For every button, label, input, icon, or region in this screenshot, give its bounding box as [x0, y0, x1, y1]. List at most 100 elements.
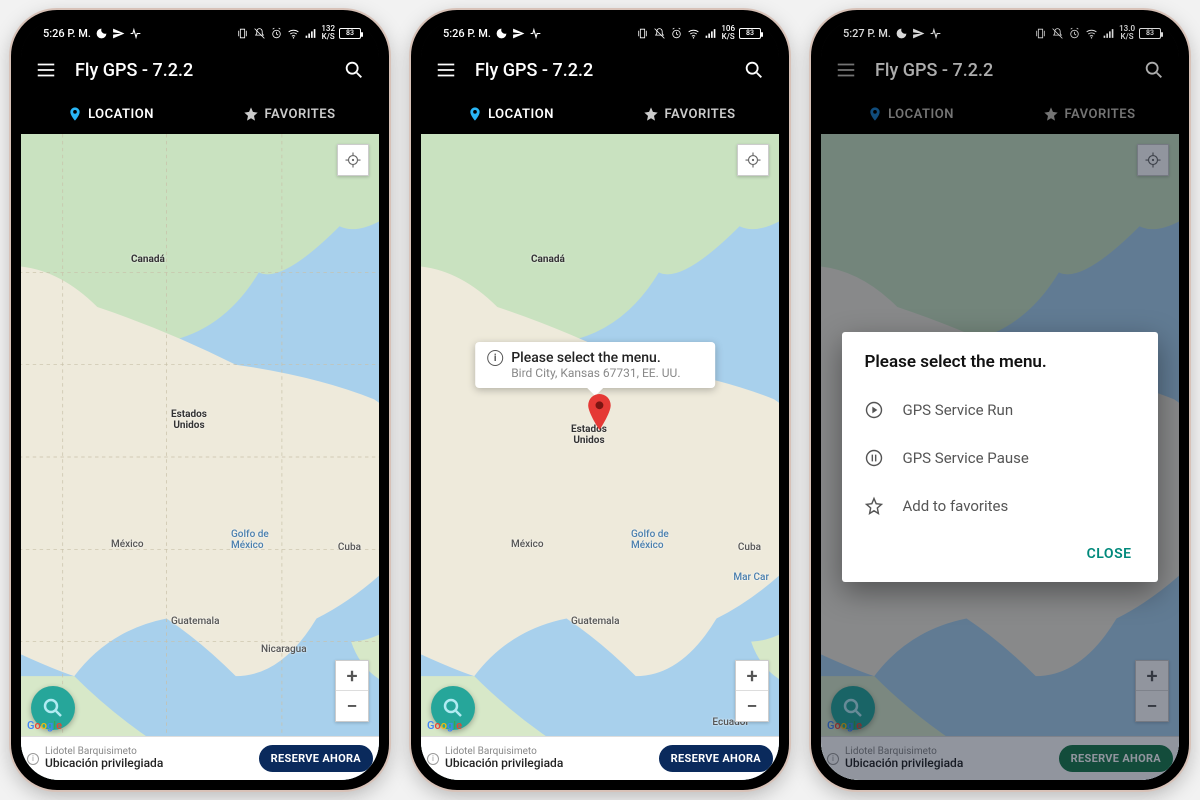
- ad-banner[interactable]: i ✕ Lidotel BarquisimetoUbicación privil…: [421, 736, 779, 780]
- status-time: 5:26 P. M.: [43, 27, 91, 40]
- tab-location[interactable]: LOCATION: [821, 94, 1000, 134]
- tab-location[interactable]: LOCATION: [21, 94, 200, 134]
- app-bar: Fly GPS - 7.2.2: [821, 46, 1179, 94]
- tab-bar: LOCATION FAVORITES: [821, 94, 1179, 134]
- status-time: 5:26 P. M.: [443, 27, 491, 40]
- menu-button[interactable]: [831, 55, 861, 85]
- send-icon: [112, 27, 125, 40]
- search-button[interactable]: [1139, 55, 1169, 85]
- google-logo: Google: [27, 719, 62, 732]
- star-icon: [243, 106, 259, 122]
- tab-favorites[interactable]: FAVORITES: [600, 94, 779, 134]
- pulse-icon: [529, 27, 542, 40]
- modal-overlay[interactable]: Please select the menu. GPS Service Run …: [821, 134, 1179, 780]
- ad-cta-button[interactable]: RESERVE AHORA: [659, 745, 773, 772]
- tab-favorites[interactable]: FAVORITES: [1000, 94, 1179, 134]
- map-label: Golfo de México: [231, 529, 269, 551]
- moon-icon: [495, 27, 508, 40]
- camera-notch: [193, 16, 207, 30]
- app-title: Fly GPS - 7.2.2: [475, 60, 725, 81]
- hamburger-icon: [435, 59, 457, 81]
- star-icon: [643, 106, 659, 122]
- zoom-out-button[interactable]: −: [336, 691, 368, 721]
- ad-info-icon[interactable]: i: [27, 753, 39, 765]
- ad-subtitle: Ubicación privilegiada: [45, 757, 253, 770]
- phone-frame-2: 5:26 P. M. 106K/S 83 Fly GPS - 7.2.2 LOC…: [411, 10, 789, 790]
- app-title: Fly GPS - 7.2.2: [875, 60, 1125, 81]
- signal-icon: [1102, 27, 1115, 40]
- ad-cta-button[interactable]: RESERVE AHORA: [259, 745, 373, 772]
- search-button[interactable]: [339, 55, 369, 85]
- ad-close-icon[interactable]: ✕: [23, 767, 31, 778]
- zoom-in-button[interactable]: +: [736, 661, 768, 691]
- pause-circle-icon: [864, 448, 884, 468]
- option-label: GPS Service Run: [902, 401, 1013, 419]
- map-label: Canadá: [131, 254, 165, 265]
- ad-text: Lidotel Barquisimeto Ubicación privilegi…: [45, 746, 253, 770]
- camera-notch: [993, 16, 1007, 30]
- tooltip-title: Please select the menu.: [511, 350, 661, 366]
- search-icon: [441, 696, 465, 720]
- map-label: Mar Car: [733, 572, 769, 583]
- my-location-button[interactable]: [337, 144, 369, 176]
- map-label: Canadá: [531, 254, 565, 265]
- ad-banner[interactable]: i ✕ Lidotel Barquisimeto Ubicación privi…: [21, 736, 379, 780]
- tab-location[interactable]: LOCATION: [421, 94, 600, 134]
- app-bar: Fly GPS - 7.2.2: [421, 46, 779, 94]
- pulse-icon: [129, 27, 142, 40]
- option-add-favorite[interactable]: Add to favorites: [842, 482, 1157, 530]
- net-speed: 106K/S: [721, 25, 735, 41]
- phone-frame-1: 5:26 P. M. 132K/S 83 Fly GPS - 7.2.2: [11, 10, 389, 790]
- zoom-out-button[interactable]: −: [736, 691, 768, 721]
- tab-label: FAVORITES: [264, 107, 335, 122]
- map-label: Cuba: [338, 542, 361, 553]
- ad-subtitle: Ubicación privilegiada: [445, 757, 653, 770]
- option-gps-run[interactable]: GPS Service Run: [842, 386, 1157, 434]
- app-title: Fly GPS - 7.2.2: [75, 60, 325, 81]
- map-pin[interactable]: [585, 394, 613, 434]
- moon-icon: [895, 27, 908, 40]
- map-view[interactable]: Canadá Estados Unidos México Golfo de Mé…: [421, 134, 779, 780]
- send-icon: [912, 27, 925, 40]
- pulse-icon: [929, 27, 942, 40]
- map-land: [21, 134, 379, 780]
- info-icon: i: [487, 350, 503, 366]
- vibrate-icon: [236, 27, 249, 40]
- tab-favorites[interactable]: FAVORITES: [200, 94, 379, 134]
- ad-info-icon[interactable]: i: [427, 753, 439, 765]
- net-speed: 13.0K/S: [1119, 25, 1135, 41]
- menu-button[interactable]: [31, 55, 61, 85]
- my-location-button[interactable]: [737, 144, 769, 176]
- map-view[interactable]: Canadá Estados Unidos México Golfo de Mé…: [21, 134, 379, 780]
- wifi-icon: [1085, 27, 1098, 40]
- signal-icon: [704, 27, 717, 40]
- location-pin-icon: [867, 106, 883, 122]
- play-circle-icon: [864, 400, 884, 420]
- search-icon: [743, 59, 765, 81]
- send-icon: [512, 27, 525, 40]
- screen-1: 5:26 P. M. 132K/S 83 Fly GPS - 7.2.2: [21, 20, 379, 780]
- battery-icon: 83: [1139, 28, 1161, 39]
- location-tooltip[interactable]: iPlease select the menu. Bird City, Kans…: [475, 342, 715, 388]
- map-land: [421, 134, 779, 780]
- menu-button[interactable]: [431, 55, 461, 85]
- close-button[interactable]: CLOSE: [1079, 540, 1140, 568]
- search-button[interactable]: [739, 55, 769, 85]
- zoom-in-button[interactable]: +: [336, 661, 368, 691]
- map-label: Estados Unidos: [171, 409, 207, 431]
- dialog-title: Please select the menu.: [842, 352, 1157, 386]
- location-pin-icon: [467, 106, 483, 122]
- option-gps-pause[interactable]: GPS Service Pause: [842, 434, 1157, 482]
- vibrate-icon: [1034, 27, 1047, 40]
- map-label: Cuba: [738, 542, 761, 553]
- phone-frame-3: 5:27 P. M. 13.0K/S 83 Fly GPS - 7.2.2 LO…: [811, 10, 1189, 790]
- ad-close-icon[interactable]: ✕: [423, 767, 431, 778]
- wifi-icon: [287, 27, 300, 40]
- alarm-icon: [670, 27, 683, 40]
- location-pin-icon: [67, 106, 83, 122]
- tab-label: FAVORITES: [664, 107, 735, 122]
- search-icon: [343, 59, 365, 81]
- map-label: Guatemala: [171, 616, 220, 627]
- zoom-controls: + −: [335, 660, 369, 722]
- signal-icon: [304, 27, 317, 40]
